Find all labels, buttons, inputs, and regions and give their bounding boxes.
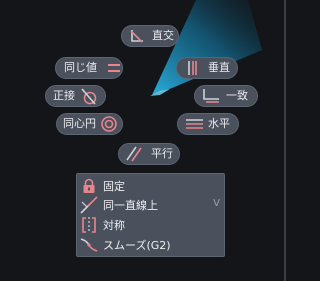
menu-item-label: 対称 bbox=[103, 219, 125, 232]
perpendicular-label: 直交 bbox=[152, 29, 174, 42]
menu-item-collinear[interactable]: 同一直線上 V bbox=[77, 195, 224, 215]
divider bbox=[284, 0, 286, 281]
menu-item-label: 固定 bbox=[103, 180, 125, 193]
constraint-menu: 固定 同一直線上 V 対称 スムーズ(G2) bbox=[76, 173, 225, 257]
tangent-label: 正接 bbox=[53, 89, 75, 102]
coincident-button[interactable]: 一致 bbox=[194, 85, 258, 107]
menu-item-symmetric[interactable]: 対称 bbox=[77, 215, 224, 235]
tangent-icon bbox=[80, 87, 98, 105]
parallel-button[interactable]: 平行 bbox=[118, 143, 180, 165]
collinear-icon bbox=[80, 196, 98, 214]
perpendicular-button[interactable]: 直交 bbox=[121, 25, 179, 47]
parallel-icon bbox=[125, 145, 143, 163]
coincident-label: 一致 bbox=[226, 89, 248, 102]
horizontal-icon bbox=[185, 115, 203, 133]
concentric-icon bbox=[100, 115, 118, 133]
equal-label: 同じ値 bbox=[64, 61, 97, 74]
parallel-label: 平行 bbox=[151, 147, 173, 160]
equal-button[interactable]: 同じ値 bbox=[55, 57, 123, 79]
smooth-icon bbox=[80, 236, 98, 254]
equal-icon bbox=[105, 59, 122, 77]
vertical-label: 垂直 bbox=[208, 61, 230, 74]
menu-item-label: 同一直線上 bbox=[103, 199, 158, 212]
menu-item-label: スムーズ(G2) bbox=[103, 239, 171, 252]
chevron-down-icon[interactable]: V bbox=[213, 198, 220, 209]
menu-item-smooth[interactable]: スムーズ(G2) bbox=[77, 235, 224, 255]
horizontal-label: 水平 bbox=[208, 117, 230, 130]
concentric-button[interactable]: 同心円 bbox=[56, 113, 123, 135]
coincident-icon bbox=[201, 87, 219, 105]
concentric-label: 同心円 bbox=[63, 117, 96, 130]
vertical-icon bbox=[183, 59, 201, 77]
symmetric-icon bbox=[80, 216, 98, 234]
lock-icon bbox=[80, 177, 98, 195]
perpendicular-icon bbox=[128, 27, 146, 45]
menu-item-fix[interactable]: 固定 bbox=[77, 176, 224, 196]
tangent-button[interactable]: 正接 bbox=[45, 85, 106, 107]
vertical-button[interactable]: 垂直 bbox=[176, 57, 238, 79]
horizontal-button[interactable]: 水平 bbox=[177, 113, 239, 135]
